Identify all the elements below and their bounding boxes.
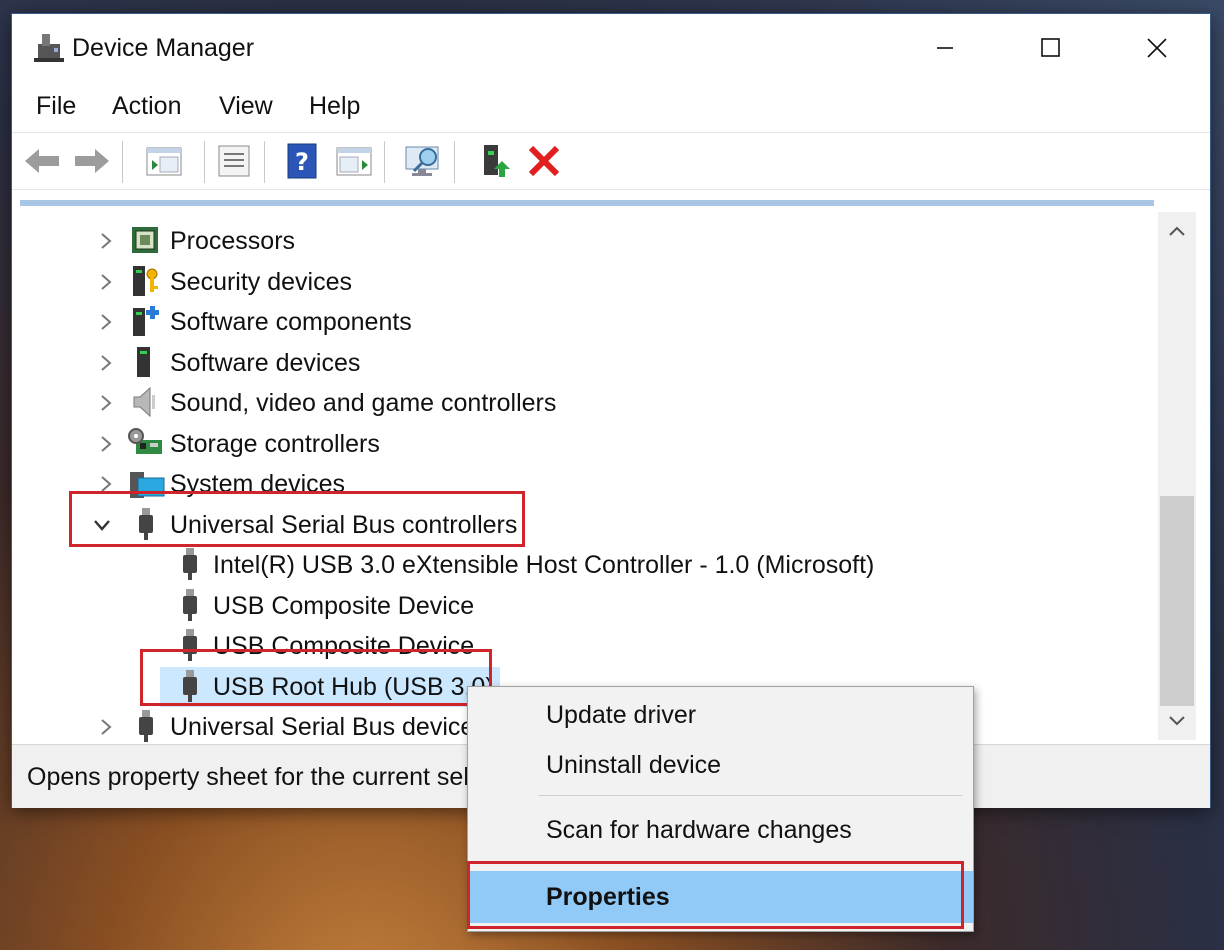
chevron-right-icon[interactable] [96, 434, 116, 454]
help-button[interactable]: ? [282, 141, 322, 181]
scroll-down-icon[interactable] [1168, 714, 1186, 728]
tree-item-label: Universal Serial Bus devices [170, 712, 487, 741]
title-bar[interactable]: Device Manager [12, 14, 1210, 82]
back-arrow-icon [25, 149, 59, 173]
chevron-right-icon[interactable] [96, 353, 116, 373]
chevron-right-icon[interactable] [96, 231, 116, 251]
menu-item-label: Scan for hardware changes [546, 816, 852, 844]
back-button[interactable] [22, 141, 62, 181]
menu-help[interactable]: Help [309, 92, 360, 121]
chevron-right-icon[interactable] [96, 312, 116, 332]
tree-item-intel-usb-host-controller[interactable]: Intel(R) USB 3.0 eXtensible Host Control… [20, 545, 1020, 585]
scroll-up-icon[interactable] [1168, 224, 1186, 238]
software-component-icon [133, 306, 159, 336]
usb-icon [139, 710, 153, 742]
scan-hardware-button[interactable] [404, 141, 444, 181]
action-pane-icon [336, 147, 372, 176]
processor-icon [132, 227, 158, 253]
tree-item-label: Sound, video and game controllers [170, 388, 557, 417]
window-title: Device Manager [72, 34, 255, 62]
toolbar-separator [454, 141, 455, 183]
update-driver-button[interactable] [476, 141, 516, 181]
storage-controller-icon [128, 428, 162, 454]
forward-arrow-icon [75, 149, 109, 173]
tree-item-label: Software devices [170, 348, 361, 377]
menu-separator [538, 795, 962, 796]
toolbar-separator [264, 141, 265, 183]
speaker-icon [133, 386, 155, 418]
device-manager-icon [34, 34, 64, 62]
usb-icon [183, 589, 197, 621]
uninstall-device-icon [528, 145, 560, 177]
vertical-scrollbar[interactable] [1158, 212, 1196, 740]
menu-item-label: Update driver [546, 701, 697, 729]
toolbar-separator [204, 141, 205, 183]
annotation-box-usb-controllers [69, 491, 525, 547]
properties-button[interactable] [214, 141, 254, 181]
annotation-box-usb-root-hub [140, 649, 492, 706]
tree-item-label: Software components [170, 307, 412, 336]
close-button[interactable] [1104, 14, 1210, 82]
chevron-right-icon[interactable] [96, 272, 116, 292]
status-text: Opens property sheet for the current sel… [27, 763, 543, 791]
toolbar-separator [122, 141, 123, 183]
tree-item-security-devices[interactable]: Security devices [20, 262, 1020, 302]
help-icon: ? [287, 143, 317, 179]
tree-item-label: USB Composite Device [213, 591, 475, 620]
menu-item-update-driver[interactable]: Update driver [468, 701, 973, 741]
menu-item-scan-hardware[interactable]: Scan for hardware changes [468, 816, 973, 856]
menu-view[interactable]: View [219, 92, 273, 121]
action-pane-button[interactable] [334, 141, 374, 181]
menu-item-uninstall-device[interactable]: Uninstall device [468, 751, 973, 791]
scan-hardware-icon [405, 146, 439, 176]
svg-text:?: ? [295, 148, 309, 176]
chevron-right-icon[interactable] [96, 393, 116, 413]
software-device-icon [137, 347, 150, 377]
close-icon [1147, 38, 1167, 58]
tree-item-software-components[interactable]: Software components [20, 302, 1020, 342]
security-device-icon [133, 266, 158, 296]
menu-item-label: Uninstall device [546, 751, 722, 779]
forward-button[interactable] [72, 141, 112, 181]
maximize-icon [1041, 38, 1060, 57]
tree-item-storage-controllers[interactable]: Storage controllers [20, 424, 1020, 464]
tree-item-label: Storage controllers [170, 429, 380, 458]
minimize-button[interactable] [892, 14, 998, 82]
annotation-box-properties [467, 861, 964, 929]
uninstall-device-button[interactable] [524, 141, 564, 181]
show-hide-console-tree-button[interactable] [144, 141, 184, 181]
toolbar: ? [12, 132, 1210, 190]
minimize-icon [937, 47, 953, 49]
show-hide-console-tree-icon [146, 147, 182, 176]
update-driver-icon [484, 145, 510, 177]
maximize-button[interactable] [998, 14, 1104, 82]
tree-item-label: Security devices [170, 267, 353, 296]
tree-item-processors[interactable]: Processors [20, 221, 1020, 261]
menu-file[interactable]: File [36, 92, 76, 121]
scrollbar-thumb[interactable] [1160, 496, 1194, 706]
properties-sheet-icon [218, 145, 250, 177]
tree-item-software-devices[interactable]: Software devices [20, 343, 1020, 383]
tree-item-label: Processors [170, 226, 296, 255]
chevron-right-icon[interactable] [96, 717, 116, 737]
toolbar-separator [384, 141, 385, 183]
tree-item-sound-video-game[interactable]: Sound, video and game controllers [20, 383, 1020, 423]
menu-action[interactable]: Action [112, 92, 181, 121]
tree-item-label: Intel(R) USB 3.0 eXtensible Host Control… [213, 550, 875, 579]
menu-bar: File Action View Help [12, 82, 1210, 132]
tree-item-usb-composite-device[interactable]: USB Composite Device [20, 586, 1020, 626]
usb-icon [183, 548, 197, 580]
